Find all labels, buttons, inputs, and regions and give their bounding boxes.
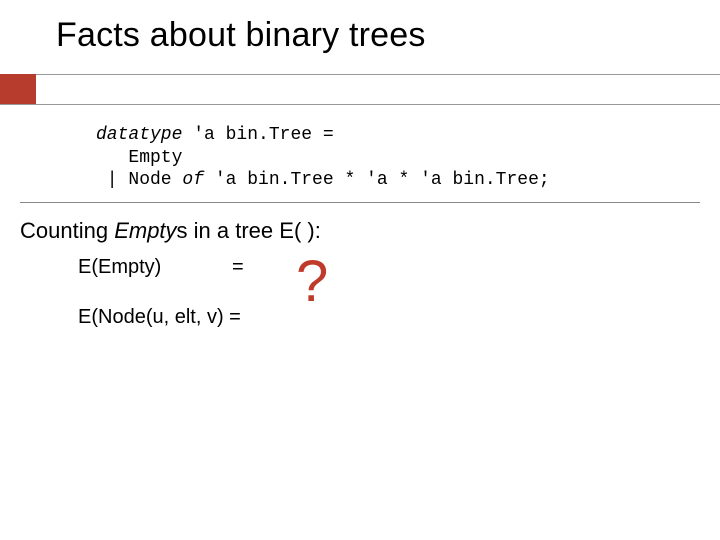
equation-1-equals: = (232, 256, 244, 279)
code-line2: Empty (96, 148, 182, 168)
datatype-code: datatype 'a bin.Tree = Empty | Node of '… (96, 124, 550, 192)
question-mark: ? (296, 248, 328, 315)
keyword-datatype: datatype (96, 125, 182, 145)
accent-block (0, 74, 36, 104)
keyword-of: of (182, 170, 204, 190)
counting-line: Counting Emptys in a tree E( ): (20, 218, 321, 244)
counting-prefix: Counting (20, 218, 114, 243)
counting-rest: in a tree E( ): (188, 218, 321, 243)
horizontal-rule (20, 202, 700, 203)
slide-title: Facts about binary trees (56, 16, 426, 55)
divider-top (0, 74, 720, 75)
counting-s: s (177, 218, 188, 243)
code-line3-rest: 'a bin.Tree * 'a * 'a bin.Tree; (204, 170, 550, 190)
equation-1-lhs: E(Empty) (78, 256, 161, 279)
equation-2: E(Node(u, elt, v) = (78, 306, 241, 329)
divider-bottom (0, 104, 720, 105)
counting-empty: Empty (114, 218, 176, 243)
slide: Facts about binary trees datatype 'a bin… (0, 0, 720, 540)
code-line3-pipe: | Node (96, 170, 182, 190)
code-line1-rest: 'a bin.Tree = (182, 125, 333, 145)
